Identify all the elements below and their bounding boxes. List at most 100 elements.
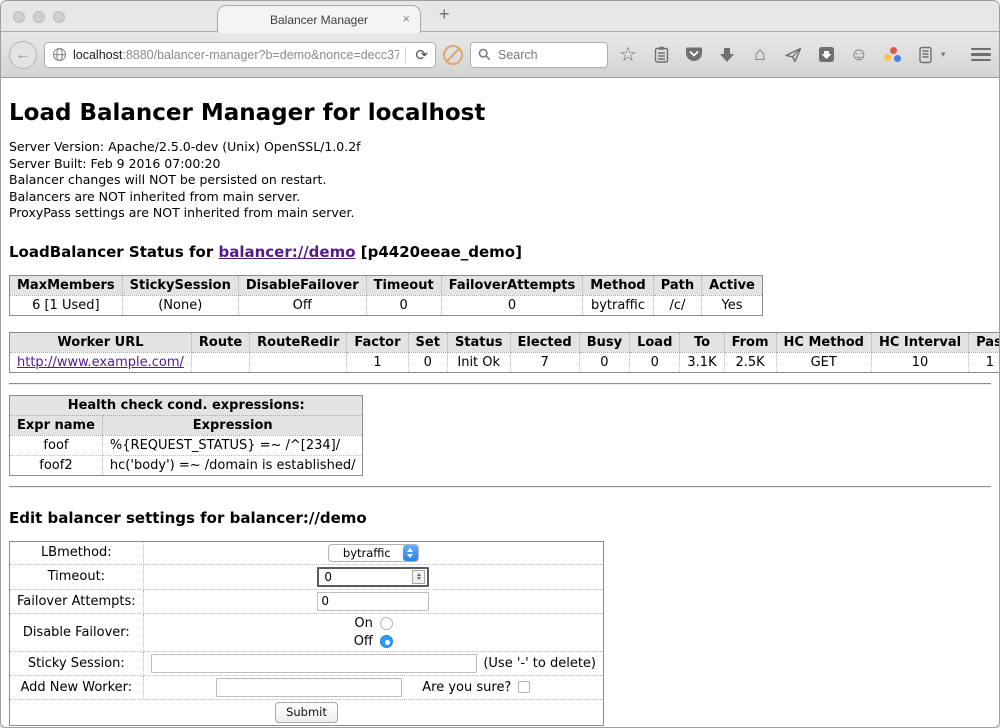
balancer-summary-table: MaxMembers StickySession DisableFailover… <box>9 275 763 316</box>
cell-method: bytraffic <box>583 295 653 315</box>
search-input[interactable] <box>496 47 601 63</box>
cell-set: 0 <box>408 352 447 372</box>
color-extension-icon[interactable] <box>879 42 905 68</box>
failover-attempts-input[interactable] <box>317 592 429 611</box>
cell-disablefailover: Off <box>238 295 366 315</box>
tab-balancer-manager[interactable]: Balancer Manager × <box>217 5 421 33</box>
add-worker-input[interactable] <box>216 678 402 697</box>
lbmethod-label: LBmethod: <box>10 541 144 564</box>
cell-stickysession: (None) <box>122 295 238 315</box>
window-controls <box>13 11 65 23</box>
menu-hamburger-icon[interactable] <box>968 42 994 68</box>
chevron-down-icon[interactable]: ▾ <box>941 49 946 60</box>
pocket-icon[interactable] <box>681 42 707 68</box>
select-stepper-icon <box>403 545 418 561</box>
cell-expr-name: foof <box>10 435 103 455</box>
radio-off-label: Off <box>354 634 373 649</box>
reading-list-icon[interactable] <box>648 42 674 68</box>
cell-from: 2.5K <box>724 352 776 372</box>
worker-url-link[interactable]: http://www.example.com/ <box>17 355 184 370</box>
back-icon: ← <box>15 46 31 64</box>
col-status: Status <box>447 332 510 352</box>
cell-timeout: 0 <box>366 295 441 315</box>
form-row-disable-failover: Disable Failover: On Off <box>10 613 604 651</box>
col-load: Load <box>630 332 680 352</box>
site-identity-globe-icon[interactable] <box>51 42 67 68</box>
loadbalancer-status-heading: LoadBalancer Status for balancer://demo … <box>9 243 991 261</box>
edit-balancer-form: LBmethod: bytraffic Timeout: <box>9 541 604 726</box>
col-active: Active <box>702 275 763 295</box>
col-worker-url: Worker URL <box>10 332 192 352</box>
col-hc-method: HC Method <box>776 332 871 352</box>
form-row-add-worker: Add New Worker: Are you sure? <box>10 675 604 699</box>
zoom-window-button[interactable] <box>53 11 65 23</box>
cell-hc-method: GET <box>776 352 871 372</box>
cell-to: 3.1K <box>680 352 724 372</box>
col-expr-name: Expr name <box>10 415 103 435</box>
sticky-session-input[interactable] <box>151 654 478 673</box>
cell-load: 0 <box>630 352 680 372</box>
cell-routeredir <box>250 352 347 372</box>
submit-button[interactable]: Submit <box>275 702 338 723</box>
health-check-table: Health check cond. expressions: Expr nam… <box>9 395 363 476</box>
col-timeout: Timeout <box>366 275 441 295</box>
balancer-demo-link[interactable]: balancer://demo <box>218 243 355 261</box>
form-row-submit: Submit <box>10 699 604 725</box>
search-bar[interactable] <box>470 42 608 68</box>
container-icon[interactable] <box>912 42 938 68</box>
disable-failover-on-radio[interactable] <box>380 617 393 630</box>
send-tab-icon[interactable] <box>780 42 806 68</box>
cell-status: Init Ok <box>447 352 510 372</box>
table-row: foof2 hc('body') =~ /domain is establish… <box>10 455 363 475</box>
cell-elected: 7 <box>510 352 579 372</box>
new-tab-button[interactable]: + <box>439 4 450 25</box>
minimize-window-button[interactable] <box>33 11 45 23</box>
form-row-sticky: Sticky Session: (Use '-' to delete) <box>10 651 604 675</box>
are-you-sure-checkbox[interactable] <box>518 681 530 693</box>
form-row-lbmethod: LBmethod: bytraffic <box>10 541 604 564</box>
disable-failover-off-radio[interactable] <box>380 635 393 648</box>
tab-close-icon[interactable]: × <box>402 11 410 26</box>
lbmethod-select[interactable]: bytraffic <box>328 544 419 562</box>
failover-attempts-label: Failover Attempts: <box>10 589 144 613</box>
col-path: Path <box>653 275 701 295</box>
page-title: Load Balancer Manager for localhost <box>9 100 991 126</box>
form-row-failover: Failover Attempts: <box>10 589 604 613</box>
number-spinner-icon[interactable] <box>412 570 425 584</box>
downloads-icon[interactable] <box>714 42 740 68</box>
bookmark-star-icon[interactable]: ☆ <box>615 42 641 68</box>
tab-title: Balancer Manager <box>270 13 368 27</box>
url-separator <box>405 47 406 63</box>
url-text[interactable]: localhost:8880/balancer-manager?b=demo&n… <box>73 48 399 62</box>
cell-failoverattempts: 0 <box>441 295 583 315</box>
horizontal-rule <box>9 383 991 385</box>
timeout-input[interactable] <box>322 569 412 585</box>
back-button[interactable]: ← <box>9 41 37 69</box>
health-table-title: Health check cond. expressions: <box>10 395 363 415</box>
reload-button[interactable]: ⟳ <box>412 46 431 64</box>
cell-path: /c/ <box>653 295 701 315</box>
chat-smiley-icon[interactable]: ☺ <box>846 42 872 68</box>
inherit-note-line: Balancers are NOT inherited from main se… <box>9 189 991 206</box>
save-page-icon[interactable] <box>813 42 839 68</box>
col-failoverattempts: FailoverAttempts <box>441 275 583 295</box>
url-host: localhost <box>73 48 122 62</box>
page-content: Load Balancer Manager for localhost Serv… <box>1 78 999 728</box>
close-window-button[interactable] <box>13 11 25 23</box>
cell-factor: 1 <box>347 352 408 372</box>
col-busy: Busy <box>579 332 629 352</box>
col-passes: Passes <box>969 332 999 352</box>
are-you-sure-label: Are you sure? <box>422 680 511 695</box>
content-blocked-icon[interactable] <box>443 45 463 65</box>
add-worker-label: Add New Worker: <box>10 675 144 699</box>
table-row: http://www.example.com/ 1 0 Init Ok 7 0 … <box>10 352 1000 372</box>
cell-busy: 0 <box>579 352 629 372</box>
col-hc-interval: HC Interval <box>871 332 968 352</box>
home-icon[interactable]: ⌂ <box>747 42 773 68</box>
col-from: From <box>724 332 776 352</box>
cell-hc-interval: 10 <box>871 352 968 372</box>
horizontal-rule <box>9 486 991 488</box>
status-heading-suffix: [p4420eeae_demo] <box>356 243 522 261</box>
url-bar[interactable]: localhost:8880/balancer-manager?b=demo&n… <box>44 42 436 68</box>
cell-worker-url: http://www.example.com/ <box>10 352 192 372</box>
